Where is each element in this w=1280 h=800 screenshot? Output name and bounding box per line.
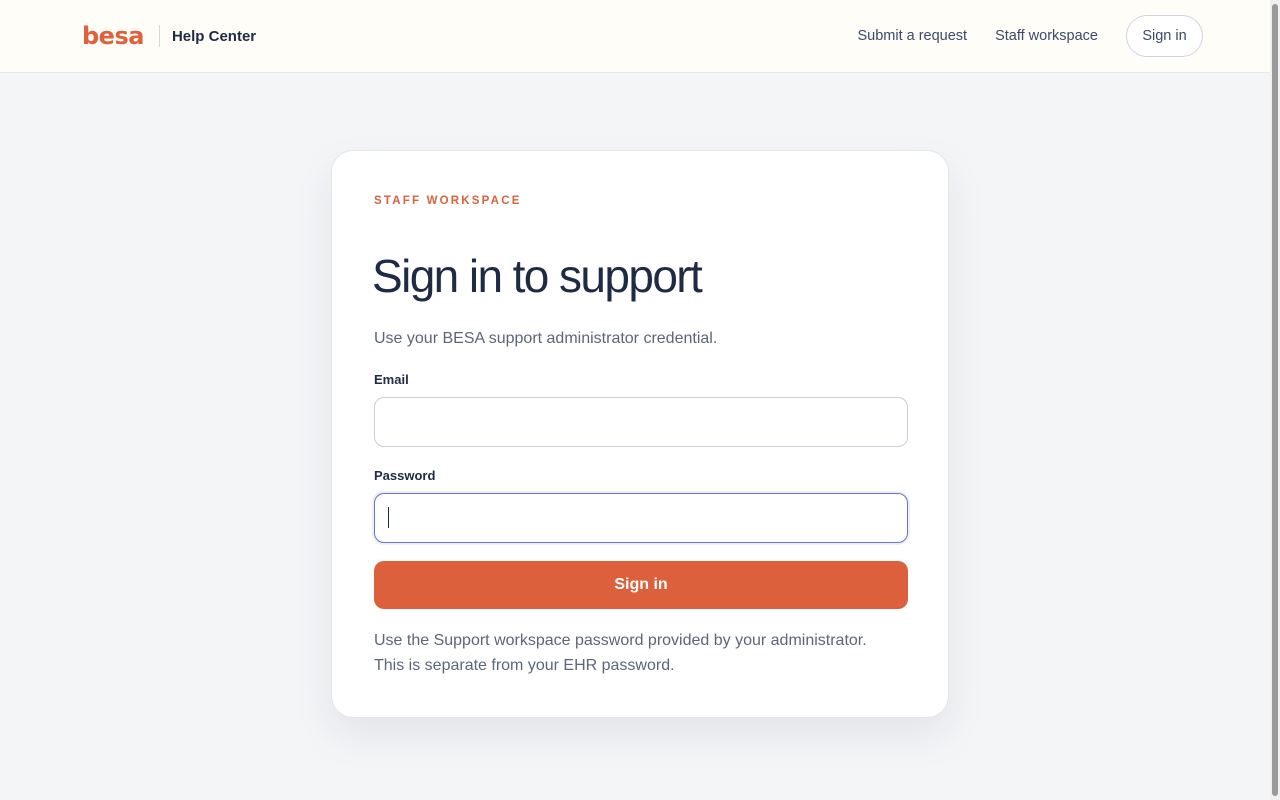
- helper-text-line-2: This is separate from your EHR password.: [374, 657, 675, 674]
- email-label: Email: [374, 372, 409, 387]
- email-field[interactable]: [374, 397, 908, 447]
- staff-workspace-link[interactable]: Staff workspace: [995, 28, 1098, 44]
- password-field[interactable]: [374, 493, 908, 543]
- submit-request-link[interactable]: Submit a request: [857, 28, 967, 44]
- scrollbar-thumb[interactable]: [1272, 4, 1278, 796]
- page-subtitle: Use your BESA support administrator cred…: [374, 330, 718, 347]
- sign-in-card: STAFF WORKSPACE Sign in to support Use y…: [331, 150, 949, 718]
- site-header: besa Help Center Submit a request Staff …: [0, 0, 1270, 73]
- header-sign-in-button[interactable]: Sign in: [1126, 15, 1203, 57]
- text-cursor: [388, 507, 389, 528]
- top-nav: Submit a request Staff workspace Sign in: [857, 15, 1203, 57]
- page-title: Sign in to support: [372, 250, 703, 302]
- brand-divider: [158, 25, 160, 47]
- helper-text: Use the Support workspace password provi…: [374, 628, 908, 678]
- brand[interactable]: besa Help Center: [82, 22, 256, 50]
- password-label: Password: [374, 468, 436, 483]
- page-scrollbar[interactable]: [1270, 0, 1280, 800]
- section-eyebrow: STAFF WORKSPACE: [374, 195, 522, 207]
- helper-text-line-1: Use the Support workspace password provi…: [374, 632, 867, 649]
- besa-logo[interactable]: besa: [82, 22, 144, 50]
- help-center-title[interactable]: Help Center: [172, 28, 256, 45]
- sign-in-submit-button[interactable]: Sign in: [374, 561, 908, 609]
